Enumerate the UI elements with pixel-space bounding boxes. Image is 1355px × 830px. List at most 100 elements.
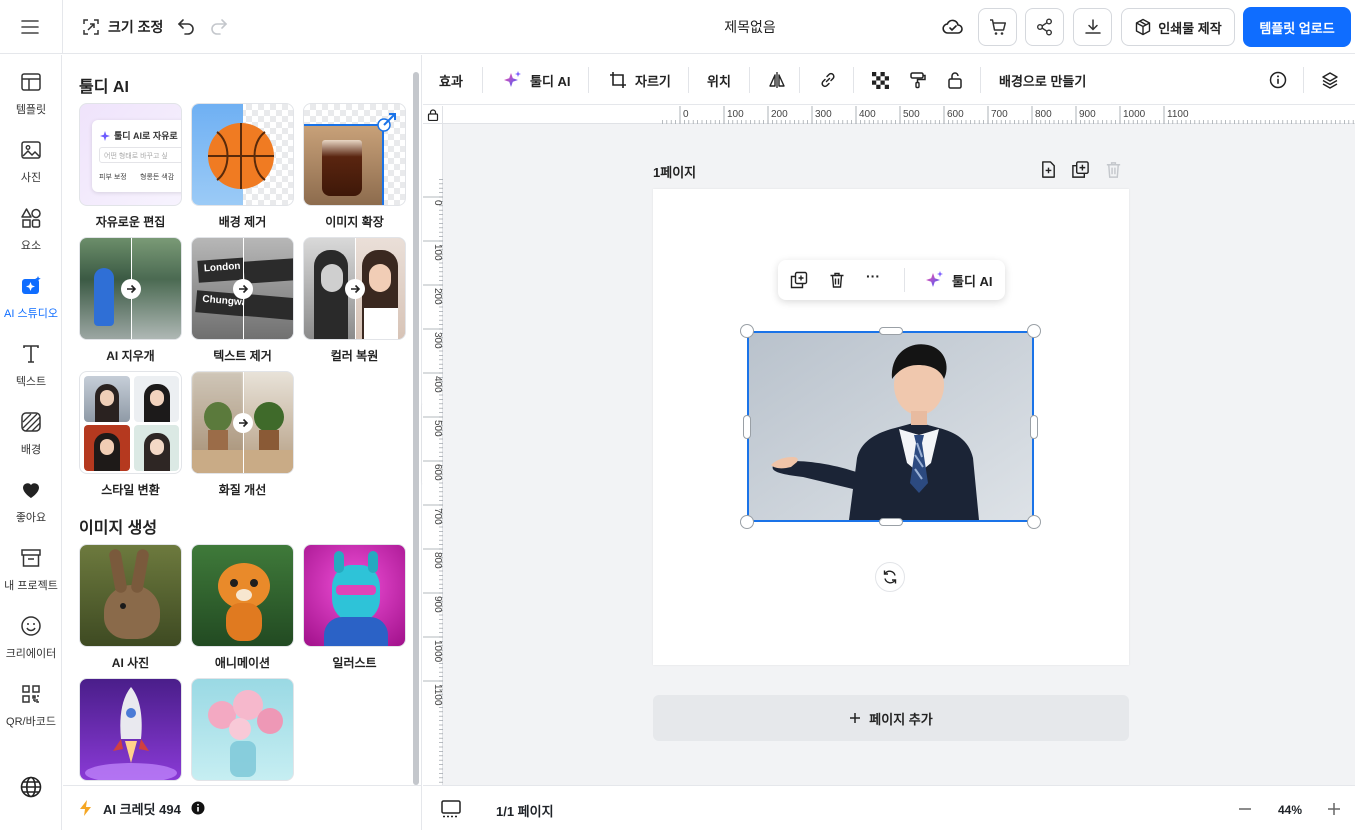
context-ai-button[interactable]: 툴디 AI	[924, 260, 993, 300]
rail-item-background[interactable]: 배경	[0, 407, 62, 467]
template-upload-button[interactable]: 템플릿 업로드	[1243, 7, 1351, 47]
free-edit-chip: 형롱돈 색감	[140, 174, 175, 181]
lock-button[interactable]	[946, 55, 964, 105]
rail-label: 좋아요	[15, 512, 47, 524]
photo-icon	[20, 137, 42, 163]
page-thumbnail-icon[interactable]	[441, 800, 461, 818]
toolbar-divider	[749, 67, 750, 93]
zoom-level[interactable]: 44%	[1278, 803, 1302, 817]
ruler-label: 400	[859, 109, 876, 120]
ruler-vertical-ticks: 0 100 200 300 400 500 600 700 800 900 1000 1100	[423, 179, 443, 783]
flip-button[interactable]	[768, 55, 786, 105]
panel-scrollbar[interactable]	[413, 72, 419, 785]
text-icon	[20, 341, 42, 367]
rail-item-photos[interactable]: 사진	[0, 135, 62, 195]
resize-handle-top[interactable]	[879, 327, 903, 335]
free-edit-chip: 피부 보정	[99, 174, 127, 181]
rail-item-templates[interactable]: 템플릿	[0, 67, 62, 127]
background-icon	[20, 409, 42, 435]
panel-scroll-area[interactable]: 툴디 AI 툴디 AI로 자유로 어떤 형태로 바꾸고 싶 피부 보정 형롱돈 …	[63, 55, 422, 785]
share-icon	[1035, 17, 1055, 37]
ruler-label: 100	[432, 244, 443, 261]
download-icon	[1083, 17, 1103, 37]
rail-item-elements[interactable]: 요소	[0, 203, 62, 263]
zoom-in-icon[interactable]	[1328, 803, 1340, 815]
download-button[interactable]	[1073, 8, 1112, 46]
crop-label: 자르기	[635, 73, 671, 89]
resize-handle-right[interactable]	[1030, 415, 1038, 439]
resize-handle-bottom-left[interactable]	[740, 515, 754, 529]
ai-credits-text: AI 크레딧 494	[103, 801, 181, 817]
link-button[interactable]	[819, 55, 837, 105]
share-button[interactable]	[1025, 8, 1064, 46]
tile-label: 이미지 확장	[325, 215, 384, 229]
resize-button[interactable]: 크기 조정	[82, 14, 163, 40]
ruler-label: 1000	[1123, 109, 1146, 120]
tile-label: 자유로운 편집	[95, 215, 166, 229]
make-background-button[interactable]: 배경으로 만들기	[999, 55, 1086, 105]
add-page-button[interactable]: 페이지 추가	[653, 695, 1129, 741]
resize-handle-left[interactable]	[743, 415, 751, 439]
duplicate-page-icon[interactable]	[1071, 160, 1090, 179]
ai-tools-title: 툴디 AI	[79, 79, 129, 96]
zoom-out-icon[interactable]	[1239, 808, 1251, 810]
globe-icon[interactable]	[19, 775, 43, 799]
rail-item-my-projects[interactable]: 내 프로젝트	[0, 543, 62, 603]
redo-icon[interactable]	[209, 16, 229, 36]
effect-button[interactable]: 효과	[439, 55, 463, 105]
delete-page-icon[interactable]	[1104, 160, 1123, 179]
rail-item-likes[interactable]: 좋아요	[0, 475, 62, 535]
tile-illustration[interactable]	[303, 544, 406, 647]
tile-free-edit[interactable]: 툴디 AI로 자유로 어떤 형태로 바꾸고 싶 피부 보정 형롱돈 색감	[79, 103, 182, 206]
ruler-label: 700	[432, 508, 443, 525]
tile-ai-eraser[interactable]	[79, 237, 182, 340]
document-title[interactable]: 제목없음	[700, 17, 800, 37]
crop-button[interactable]: 자르기	[609, 55, 671, 105]
layers-button[interactable]	[1321, 55, 1339, 105]
basketball-graphic	[208, 123, 274, 189]
info-button[interactable]	[1269, 55, 1287, 105]
position-button[interactable]: 위치	[707, 55, 731, 105]
resize-handle-bottom-right[interactable]	[1027, 515, 1041, 529]
undo-icon[interactable]	[176, 16, 196, 36]
image-gen-title: 이미지 생성	[79, 520, 158, 537]
rail-label: 텍스트	[15, 376, 47, 388]
tile-label: 스타일 변환	[101, 483, 160, 497]
resize-handle-top-left[interactable]	[740, 324, 754, 338]
tile-style-transform[interactable]	[79, 371, 182, 474]
selected-image[interactable]	[747, 331, 1034, 522]
rotate-handle[interactable]	[875, 562, 905, 592]
tile-gen-flowers[interactable]	[191, 678, 294, 781]
add-page-icon[interactable]	[1039, 160, 1058, 179]
trash-icon[interactable]	[828, 271, 846, 289]
paint-roller-button[interactable]	[909, 55, 927, 105]
cart-icon	[988, 17, 1008, 37]
tile-quality-enhance[interactable]	[191, 371, 294, 474]
toolbar-ai-button[interactable]: 툴디 AI	[502, 55, 571, 105]
info-icon[interactable]	[191, 801, 205, 815]
transparency-button[interactable]	[872, 55, 889, 105]
tile-image-expand[interactable]	[303, 103, 406, 206]
ruler-label: 600	[432, 464, 443, 481]
toolbar-divider	[1303, 67, 1304, 93]
more-options-button[interactable]: ···	[866, 268, 880, 284]
resize-handle-bottom[interactable]	[879, 518, 903, 526]
rail-item-qr-barcode[interactable]: QR/바코드	[0, 679, 62, 739]
cart-button[interactable]	[978, 8, 1017, 46]
tile-text-remove[interactable]: London Chungwa	[191, 237, 294, 340]
tile-animation[interactable]	[191, 544, 294, 647]
tile-gen-rocket[interactable]	[79, 678, 182, 781]
hamburger-menu-icon[interactable]	[16, 14, 44, 40]
ruler-lock-corner[interactable]	[423, 106, 443, 124]
rail-item-text[interactable]: 텍스트	[0, 339, 62, 399]
print-order-button[interactable]: 인쇄물 제작	[1121, 8, 1235, 46]
tile-ai-photo[interactable]	[79, 544, 182, 647]
rail-item-ai-studio[interactable]: AI 스튜디오	[0, 271, 62, 331]
tile-color-restore[interactable]	[303, 237, 406, 340]
free-edit-card-title: 툴디 AI로 자유로	[114, 131, 178, 141]
canvas-workspace[interactable]: 0 100 200 300 400 500 600 700 800 900 1000 1100 0 10…	[423, 106, 1355, 785]
rail-item-creators[interactable]: 크리에이터	[0, 611, 62, 671]
duplicate-icon[interactable]	[790, 271, 808, 289]
tile-bg-remove[interactable]	[191, 103, 294, 206]
resize-handle-top-right[interactable]	[1027, 324, 1041, 338]
